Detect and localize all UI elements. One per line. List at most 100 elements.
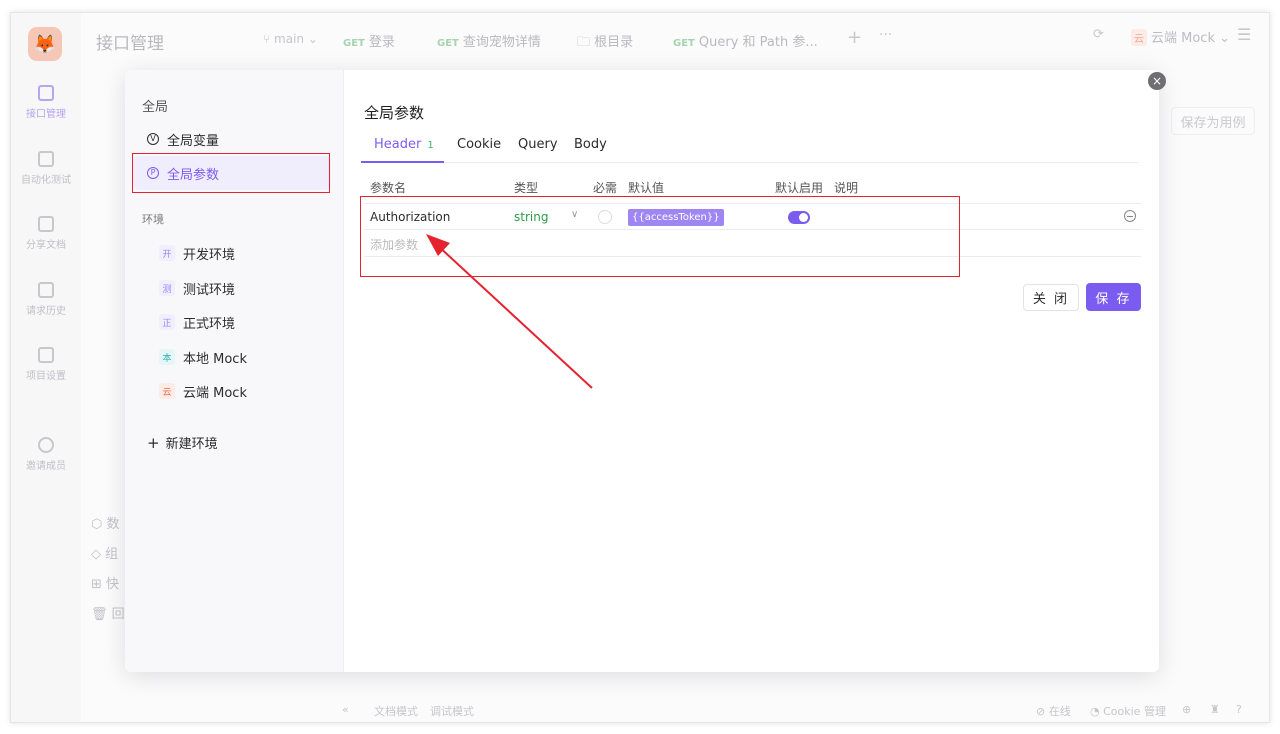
env-label: 云端 Mock [183, 385, 247, 401]
history-icon [38, 282, 54, 298]
remove-row-icon[interactable] [1124, 210, 1136, 222]
env-badge: 云 [159, 383, 175, 399]
column-header-required: 必需 [593, 181, 618, 195]
column-header-default: 默认值 [628, 181, 665, 195]
bg-sidebar-item[interactable]: ⊞ 快 [91, 573, 119, 592]
upload-icon[interactable]: ⊕ [1182, 703, 1191, 716]
menu-icon[interactable]: ☰ [1237, 25, 1251, 44]
env-label: 本地 Mock [183, 351, 247, 367]
rail-label: 邀请成员 [26, 461, 66, 472]
env-label: 云端 Mock [1151, 31, 1215, 46]
column-header-enabled: 默认启用 [775, 181, 824, 195]
branch-selector[interactable]: ⑂ main ⌄ [263, 32, 318, 46]
save-button[interactable]: 保 存 [1086, 283, 1141, 311]
doc-mode-button[interactable]: 文档模式 [374, 703, 418, 719]
app-logo: 🦊 [28, 27, 62, 61]
env-badge: 云 [1131, 29, 1147, 46]
env-item-local-mock[interactable]: 本本地 Mock [159, 344, 247, 370]
env-label: 开发环境 [183, 247, 236, 263]
column-header-type: 类型 [514, 181, 539, 195]
help-icon[interactable]: ? [1236, 703, 1242, 716]
folder-icon: 🗀 [577, 35, 595, 50]
request-tab[interactable]: 🗀 根目录 [577, 31, 633, 55]
tab-label: Query 和 Path 参... [698, 35, 818, 50]
sidebar-heading: 全局 [142, 100, 169, 115]
rail-label: 分享文档 [26, 240, 66, 251]
refresh-icon[interactable]: ⟳ [1093, 27, 1104, 42]
debug-mode-button[interactable]: 调试模式 [430, 703, 474, 719]
rail-item-automation[interactable]: 自动化测试 [11, 151, 81, 186]
rail-item-api[interactable]: 接口管理 [11, 85, 81, 120]
sidebar-item-global-variables[interactable]: V 全局变量 [133, 122, 331, 156]
settings-icon [38, 347, 54, 363]
share-doc-icon [38, 216, 54, 232]
tab-cookie[interactable]: Cookie [457, 137, 501, 163]
rail-item-settings[interactable]: 项目设置 [11, 347, 81, 382]
left-rail: 🦊 接口管理 自动化测试 分享文档 请求历史 项目设置 邀请成员 [11, 13, 81, 722]
method-badge: GET [437, 38, 459, 49]
shirt-icon[interactable]: ♜ [1210, 703, 1220, 716]
save-as-case-button[interactable]: 保存为用例 [1171, 107, 1255, 135]
bg-sidebar-label: 快 [106, 577, 120, 592]
cookie-label: Cookie 管理 [1103, 705, 1166, 718]
online-label: 在线 [1048, 705, 1071, 718]
bg-sidebar-label: 组 [105, 547, 119, 562]
environment-selector[interactable]: 云云端 Mock ⌄ [1131, 27, 1230, 46]
env-item-prod[interactable]: 正正式环境 [159, 309, 235, 335]
tab-header[interactable]: Header 1 [361, 137, 444, 163]
bg-sidebar-item[interactable]: 🗑 回 [91, 603, 125, 622]
annotation-box-table [360, 196, 960, 277]
rail-label: 接口管理 [26, 109, 66, 120]
env-item-test[interactable]: 测测试环境 [159, 275, 235, 301]
rail-label: 请求历史 [26, 306, 66, 317]
method-badge: GET [673, 38, 695, 49]
automation-icon [38, 151, 54, 167]
tab-label: 登录 [368, 35, 395, 50]
close-button[interactable]: 关 闭 [1023, 284, 1079, 311]
tab-query[interactable]: Query [518, 137, 558, 163]
env-item-dev[interactable]: 开开发环境 [159, 240, 235, 266]
more-icon[interactable]: ··· [879, 27, 892, 43]
method-badge: GET [343, 38, 365, 49]
invite-user-icon [38, 437, 54, 453]
column-header-name: 参数名 [370, 181, 407, 195]
new-env-label: 新建环境 [165, 437, 218, 452]
close-dialog-icon[interactable]: × [1148, 72, 1166, 90]
add-tab-icon[interactable]: + [847, 27, 862, 48]
env-badge: 本 [159, 349, 175, 365]
annotation-box-sidebar [132, 153, 330, 193]
bg-sidebar-item[interactable]: ◇ 组 [91, 543, 118, 562]
bg-sidebar-item[interactable]: ⬡ 数 [91, 513, 120, 532]
request-tab[interactable]: GET 查询宠物详情 [437, 31, 541, 50]
sidebar-item-label: 全局变量 [167, 133, 220, 149]
env-badge: 正 [159, 314, 175, 330]
status-bar: « 文档模式 调试模式 ⊘ 在线 ◔ Cookie 管理 ⊕ ♜ ? [326, 699, 1269, 722]
rail-item-share[interactable]: 分享文档 [11, 216, 81, 251]
env-label: 测试环境 [183, 282, 236, 298]
request-tab[interactable]: GET Query 和 Path 参... [673, 31, 818, 50]
env-badge: 测 [159, 280, 175, 296]
tab-count-badge: 1 [427, 140, 434, 151]
variable-icon: V [147, 133, 159, 145]
env-item-cloud-mock[interactable]: 云云端 Mock [159, 378, 247, 404]
new-environment-button[interactable]: + 新建环境 [147, 433, 218, 452]
tab-body[interactable]: Body [574, 137, 607, 163]
online-status[interactable]: ⊘ 在线 [1036, 703, 1071, 719]
rail-item-invite[interactable]: 邀请成员 [11, 437, 81, 472]
request-tab[interactable]: GET 登录 [343, 31, 395, 50]
tab-label: 查询宠物详情 [462, 35, 541, 50]
tab-label: 根目录 [594, 35, 634, 50]
tab-label: Header [374, 137, 422, 152]
column-header-desc: 说明 [834, 181, 859, 195]
rail-label: 自动化测试 [21, 175, 71, 186]
rail-item-history[interactable]: 请求历史 [11, 282, 81, 317]
branch-name: main [274, 32, 304, 46]
cookie-manager-button[interactable]: ◔ Cookie 管理 [1090, 703, 1166, 719]
collapse-icon[interactable]: « [342, 703, 349, 716]
api-icon [38, 85, 54, 101]
env-section-heading: 环境 [142, 213, 164, 226]
rail-label: 项目设置 [26, 371, 66, 382]
bg-sidebar-label: 数 [106, 517, 120, 532]
page-title: 接口管理 [96, 34, 164, 54]
env-badge: 开 [159, 245, 175, 261]
